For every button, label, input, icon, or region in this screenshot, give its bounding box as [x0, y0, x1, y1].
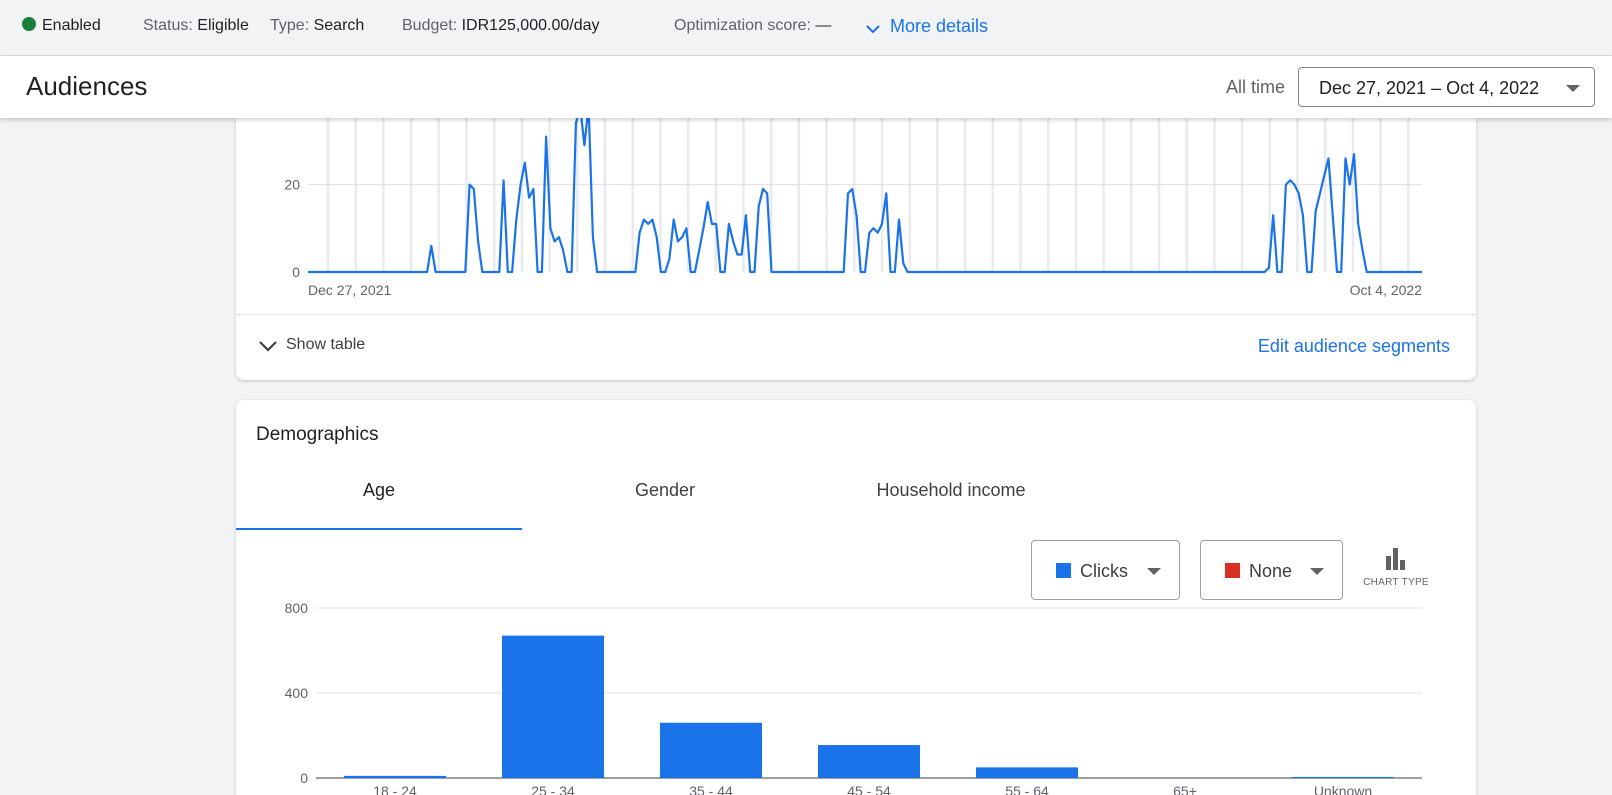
x-tick-label: 55 - 64 [1005, 783, 1049, 795]
bar [502, 635, 604, 778]
enabled-dot-icon [22, 17, 36, 31]
x-tick-label: 18 - 24 [373, 783, 417, 795]
y-tick-label: 20 [284, 177, 300, 193]
audience-trend-card: 0 20 Dec 27, 2021 Oct 4, 2022 Show table Ed… [236, 90, 1476, 380]
x-tick-label: 65+ [1173, 783, 1197, 795]
bar [1292, 776, 1394, 778]
optimization-value: — [815, 17, 832, 34]
optimization-label: Optimization score: [674, 17, 811, 34]
budget-label: Budget: [402, 17, 458, 34]
type-value: Search [313, 17, 365, 34]
eligibility-status: Status: Eligible [143, 17, 249, 35]
age-bar-chart: 0 400 800 18 - 24 25 - 34 35 - 44 45 - 54 55 - … [285, 600, 1422, 795]
audience-line-chart: 0 20 Dec 27, 2021 Oct 4, 2022 [284, 90, 1423, 298]
x-tick-label: 35 - 44 [689, 783, 733, 795]
budget-info: Budget: IDR125,000.00/day [402, 17, 599, 35]
demographics-card: Demographics Age Gender Household income… [236, 400, 1476, 795]
type-label: Type: [270, 17, 310, 34]
date-range-value: Dec 27, 2021 – Oct 4, 2022 [1319, 78, 1540, 98]
campaign-type: Type: Search [270, 17, 364, 35]
bar [344, 775, 446, 778]
date-range-picker[interactable]: Dec 27, 2021 – Oct 4, 2022 [1298, 67, 1595, 107]
bar [660, 722, 762, 778]
enabled-status[interactable]: Enabled [22, 17, 101, 35]
series-line [308, 104, 1422, 274]
enabled-label: Enabled [42, 17, 101, 34]
more-details-button[interactable]: More details [866, 16, 988, 37]
y-tick-label: 800 [285, 600, 309, 616]
page-title: Audiences [26, 71, 148, 101]
budget-value: IDR125,000.00/day [461, 17, 600, 34]
bar [976, 767, 1078, 778]
status-value: Eligible [197, 17, 249, 34]
campaign-status-bar: Enabled Status: Eligible Type: Search Bu… [0, 0, 1612, 56]
page-header: Audiences All time Dec 27, 2021 – Oct 4,… [0, 56, 1612, 118]
x-tick-label: Unknown [1314, 783, 1372, 795]
y-tick-label: 0 [300, 770, 308, 786]
chevron-down-icon [259, 341, 277, 352]
x-tick-label: 45 - 54 [847, 783, 891, 795]
bar [818, 745, 920, 778]
show-table-toggle[interactable]: Show table [258, 336, 365, 354]
edit-audience-segments-link[interactable]: Edit audience segments [1258, 336, 1450, 357]
chevron-down-icon [866, 25, 880, 34]
optimization-score: Optimization score: — [674, 17, 831, 35]
show-table-label: Show table [286, 336, 366, 353]
card-divider [236, 314, 1476, 315]
status-label: Status: [143, 17, 193, 34]
x-end-label: Oct 4, 2022 [1350, 282, 1423, 298]
y-tick-label: 0 [292, 264, 300, 280]
y-tick-label: 400 [285, 685, 309, 701]
dropdown-caret-icon [1566, 85, 1580, 92]
more-details-label: More details [890, 16, 989, 36]
x-tick-label: 25 - 34 [531, 783, 575, 795]
date-range-label: All time [1226, 77, 1286, 97]
x-start-label: Dec 27, 2021 [308, 282, 391, 298]
